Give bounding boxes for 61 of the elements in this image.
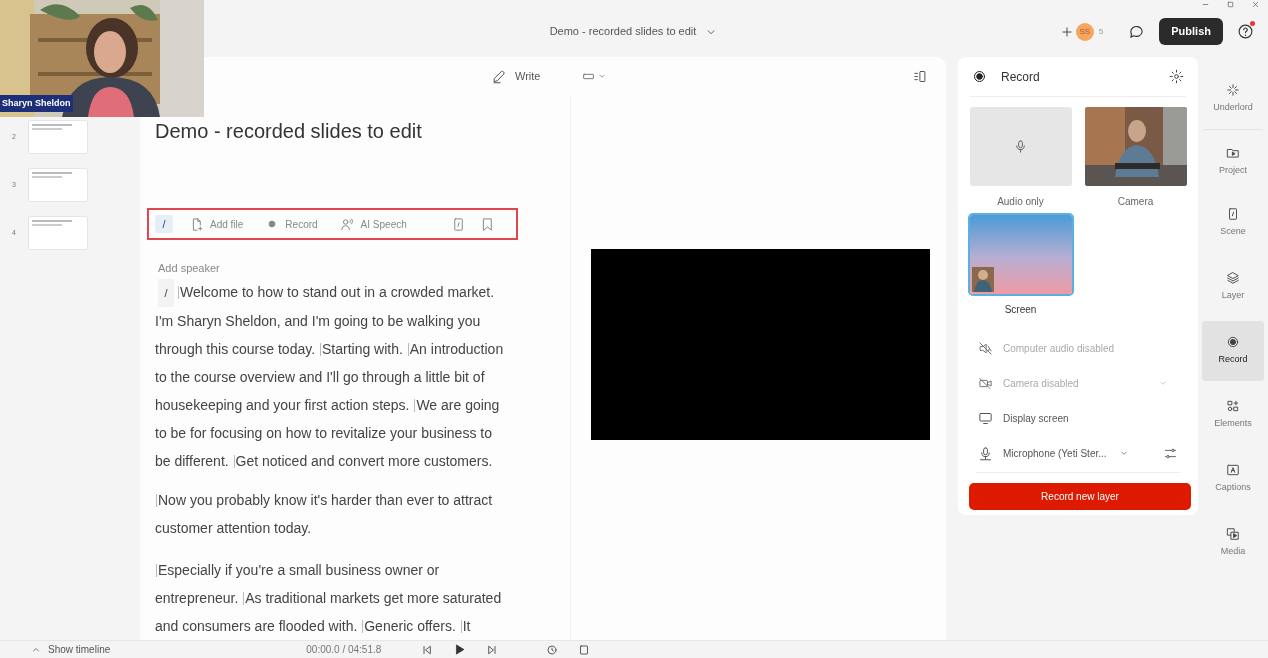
slide-thumbnail[interactable] xyxy=(28,216,88,250)
clock-icon xyxy=(546,643,559,656)
collaborator-count: 5 xyxy=(1097,25,1105,38)
sidebar-tab[interactable]: Media xyxy=(1202,513,1264,573)
ai-speech-button[interactable]: AI Speech xyxy=(339,216,407,232)
playback-time: 00:00.0 / 04:51.8 xyxy=(306,643,382,657)
skip-back-icon xyxy=(421,643,434,656)
speaker-person-icon xyxy=(339,216,355,232)
play-icon xyxy=(453,643,467,656)
skip-forward-icon xyxy=(486,643,499,656)
speaker-muted-icon xyxy=(978,340,993,356)
transcript-paragraph: Especially if you're a small business owner or entrepreneur. As traditional markets get more saturated and consumers are flooded with. Generic offers. It xyxy=(155,560,503,636)
show-timeline-button[interactable]: Show timeline xyxy=(30,642,111,657)
sidebar-tab[interactable]: Layer xyxy=(1202,257,1264,317)
comment-icon xyxy=(1128,23,1146,40)
help-icon xyxy=(1237,23,1254,40)
input-option-row[interactable]: Display screen xyxy=(978,407,1178,429)
restore-icon xyxy=(1226,0,1235,9)
scene-break-button[interactable]: / xyxy=(155,215,173,233)
frame-icon xyxy=(578,643,591,656)
plus-icon xyxy=(1059,24,1074,39)
source-option[interactable]: Camera xyxy=(1085,107,1186,209)
microphone-icon xyxy=(978,445,993,461)
record-new-layer-button[interactable]: Record new layer xyxy=(969,483,1191,510)
sidebar-tab[interactable]: Captions xyxy=(1202,449,1264,509)
sidebar-tab[interactable]: Scene xyxy=(1202,193,1264,253)
shapes-icon xyxy=(1226,399,1240,414)
publish-button[interactable]: Publish xyxy=(1159,18,1223,45)
pen-icon xyxy=(492,68,507,84)
document-title: Demo - recorded slides to edit xyxy=(155,119,423,144)
record-icon xyxy=(972,69,987,84)
panel-toggle-icon xyxy=(913,68,928,84)
settings-icon xyxy=(1169,69,1184,84)
close-icon xyxy=(1251,0,1260,9)
record-icon xyxy=(1226,335,1240,350)
avatar[interactable]: SS xyxy=(1075,22,1094,41)
write-button[interactable]: Write xyxy=(492,67,541,85)
captions-icon xyxy=(1226,463,1240,478)
add-file-button[interactable]: Add file xyxy=(189,216,244,232)
transcript-paragraph: Now you probably know it's harder than ever to attract customer attention today. xyxy=(155,490,494,538)
project-title[interactable]: Demo - recorded slides to edit xyxy=(549,23,697,40)
input-option-row[interactable]: Microphone (Yeti Ster... xyxy=(978,442,1178,464)
monitor-icon xyxy=(978,410,993,426)
sidebar-tab[interactable]: Project xyxy=(1202,129,1264,189)
source-option[interactable]: Screen xyxy=(970,215,1071,317)
sidebar-tab[interactable]: Underlord xyxy=(1202,79,1264,119)
panel-title: Record xyxy=(1001,68,1040,86)
slide-thumbnail[interactable] xyxy=(28,120,88,154)
name-caption: Sharyn Sheldon xyxy=(0,95,73,112)
slash-box-icon xyxy=(1226,207,1240,222)
media-icon xyxy=(1226,527,1240,542)
microphone-icon xyxy=(1013,139,1028,154)
slide-thumbnail[interactable] xyxy=(28,168,88,202)
add-speaker-label[interactable]: Add speaker xyxy=(158,260,570,277)
camera-off-icon xyxy=(978,375,993,391)
sidebar-tab[interactable]: Record xyxy=(1202,321,1264,381)
layers-icon xyxy=(1226,271,1240,286)
sidebar-tab[interactable]: Elements xyxy=(1202,385,1264,445)
sparkle-icon xyxy=(1226,83,1240,98)
record-button[interactable]: Record xyxy=(265,216,318,232)
transcript-paragraph: / Welcome to how to stand out in a crowded market. I'm Sharyn Sheldon, and I'm going to be walking you through this course today. Starting with. An introduction to the course overview and I'll go through a little bit of housekeeping and your first action steps. We are going to be for focusing on how to revitalize your business to be different. Get noticed and convert more customers. xyxy=(155,277,507,475)
